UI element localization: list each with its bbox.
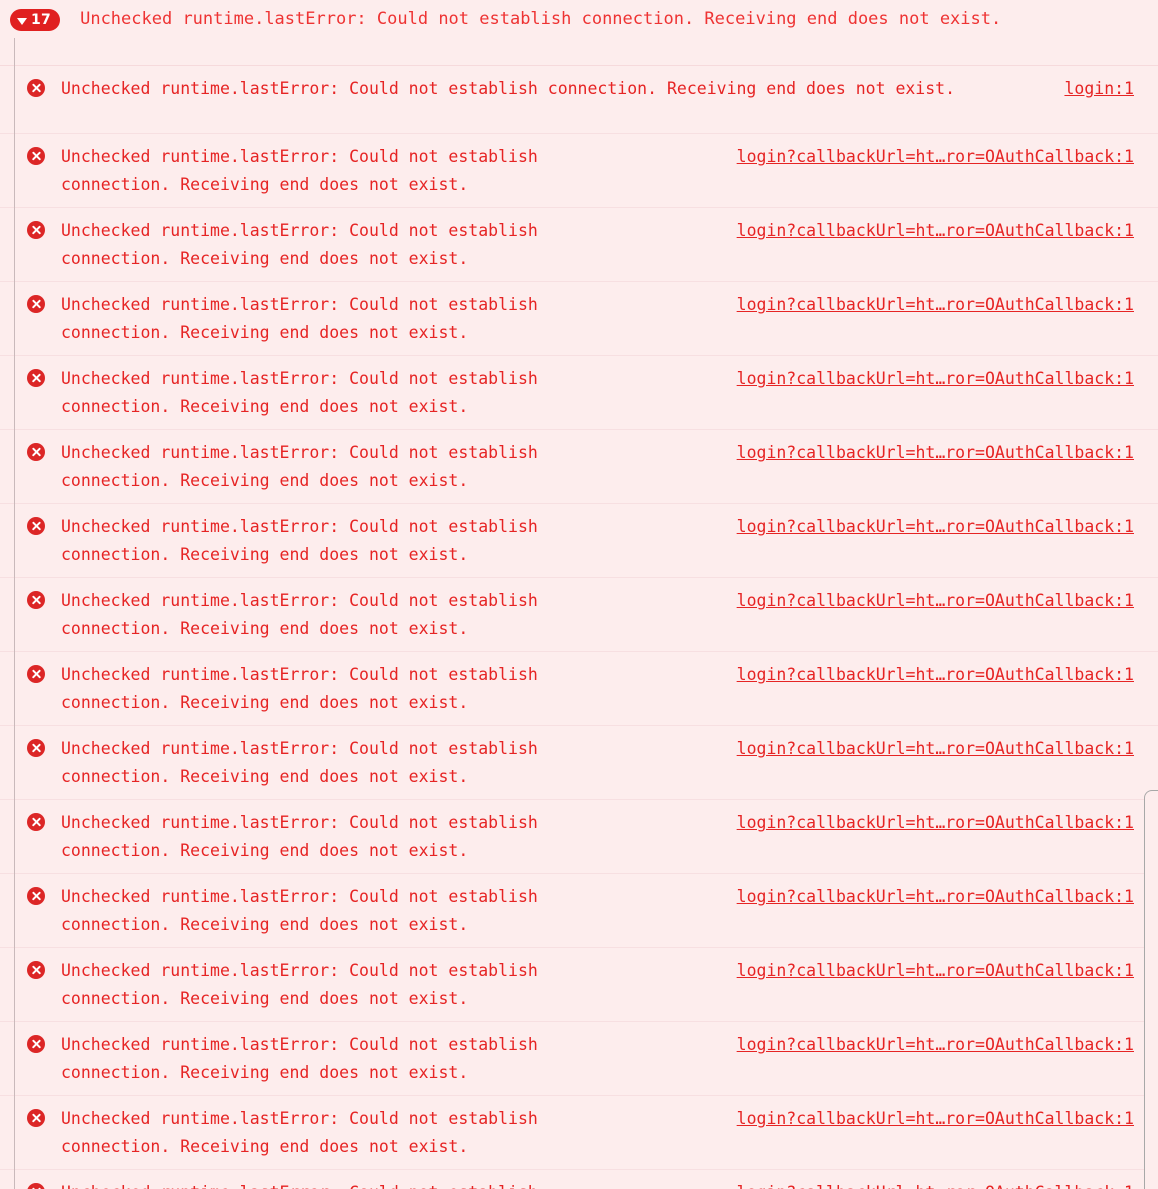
error-row-body: login?callbackUrl=ht…ror=OAuthCallback:1… xyxy=(45,143,1158,199)
error-message: Unchecked runtime.lastError: Could not e… xyxy=(61,147,538,194)
error-message: Unchecked runtime.lastError: Could not e… xyxy=(61,591,538,638)
error-row[interactable]: login?callbackUrl=ht…ror=OAuthCallback:1… xyxy=(0,1170,1158,1189)
error-row-body: login?callbackUrl=ht…ror=OAuthCallback:1… xyxy=(45,1031,1158,1087)
error-circle-icon xyxy=(27,813,45,831)
error-message: Unchecked runtime.lastError: Could not e… xyxy=(61,517,538,564)
error-source-link[interactable]: login?callbackUrl=ht…ror=OAuthCallback:1 xyxy=(737,365,1134,393)
error-circle-icon xyxy=(27,147,45,165)
error-row[interactable]: login?callbackUrl=ht…ror=OAuthCallback:1… xyxy=(0,504,1158,578)
error-circle-icon xyxy=(27,295,45,313)
error-source-link[interactable]: login?callbackUrl=ht…ror=OAuthCallback:1 xyxy=(737,439,1134,467)
error-count-label: 17 xyxy=(31,12,52,28)
error-message: Unchecked runtime.lastError: Could not e… xyxy=(61,79,956,98)
chevron-down-icon xyxy=(17,17,27,25)
error-message: Unchecked runtime.lastError: Could not e… xyxy=(61,1035,538,1082)
error-message: Unchecked runtime.lastError: Could not e… xyxy=(61,443,538,490)
error-row-body: login?callbackUrl=ht…ror=OAuthCallback:1… xyxy=(45,809,1158,865)
error-source-link[interactable]: login?callbackUrl=ht…ror=OAuthCallback:1 xyxy=(737,883,1134,911)
error-row-body: login?callbackUrl=ht…ror=OAuthCallback:1… xyxy=(45,735,1158,791)
error-row[interactable]: login?callbackUrl=ht…ror=OAuthCallback:1… xyxy=(0,282,1158,356)
error-group-count-badge[interactable]: 17 xyxy=(10,9,61,31)
error-message: Unchecked runtime.lastError: Could not e… xyxy=(61,961,538,1008)
error-row-body: login?callbackUrl=ht…ror=OAuthCallback:1… xyxy=(45,365,1158,421)
error-circle-icon xyxy=(27,961,45,979)
error-source-link[interactable]: login?callbackUrl=ht…ror=OAuthCallback:1 xyxy=(737,957,1134,985)
error-source-link[interactable]: login?callbackUrl=ht…ror=OAuthCallback:1 xyxy=(737,809,1134,837)
error-row[interactable]: login?callbackUrl=ht…ror=OAuthCallback:1… xyxy=(0,430,1158,504)
error-source-link[interactable]: login?callbackUrl=ht…ror=OAuthCallback:1 xyxy=(737,1179,1134,1189)
error-row[interactable]: login?callbackUrl=ht…ror=OAuthCallback:1… xyxy=(0,800,1158,874)
error-row[interactable]: login:1 Unchecked runtime.lastError: Coul… xyxy=(0,66,1158,134)
error-row[interactable]: login?callbackUrl=ht…ror=OAuthCallback:1… xyxy=(0,1022,1158,1096)
error-message: Unchecked runtime.lastError: Could not e… xyxy=(61,1109,538,1156)
error-circle-icon xyxy=(27,665,45,683)
vertical-scrollbar-thumb[interactable] xyxy=(1144,790,1158,1189)
error-row-body: login:1 Unchecked runtime.lastError: Coul… xyxy=(45,75,1158,103)
error-source-link[interactable]: login?callbackUrl=ht…ror=OAuthCallback:1 xyxy=(737,513,1134,541)
error-group-summary-message: Unchecked runtime.lastError: Could not e… xyxy=(80,9,1002,29)
error-row-body: login?callbackUrl=ht…ror=OAuthCallback:1… xyxy=(45,217,1158,273)
error-row-body: login?callbackUrl=ht…ror=OAuthCallback:1… xyxy=(45,439,1158,495)
vertical-scrollbar[interactable] xyxy=(1143,0,1158,1189)
error-message: Unchecked runtime.lastError: Could not e… xyxy=(61,887,538,934)
error-row[interactable]: login?callbackUrl=ht…ror=OAuthCallback:1… xyxy=(0,134,1158,208)
error-circle-icon xyxy=(27,1109,45,1127)
error-source-link[interactable]: login?callbackUrl=ht…ror=OAuthCallback:1 xyxy=(737,1031,1134,1059)
error-row-body: login?callbackUrl=ht…ror=OAuthCallback:1… xyxy=(45,291,1158,347)
error-message: Unchecked runtime.lastError: Could not e… xyxy=(61,813,538,860)
error-row[interactable]: login?callbackUrl=ht…ror=OAuthCallback:1… xyxy=(0,578,1158,652)
error-message: Unchecked runtime.lastError: Could not e… xyxy=(61,665,538,712)
console-error-panel: 17 Unchecked runtime.lastError: Could no… xyxy=(0,0,1158,1189)
error-circle-icon xyxy=(27,1183,45,1189)
error-row[interactable]: login?callbackUrl=ht…ror=OAuthCallback:1… xyxy=(0,948,1158,1022)
error-source-link[interactable]: login?callbackUrl=ht…ror=OAuthCallback:1 xyxy=(737,143,1134,171)
error-message: Unchecked runtime.lastError: Could not e… xyxy=(61,295,538,342)
error-row-body: login?callbackUrl=ht…ror=OAuthCallback:1… xyxy=(45,587,1158,643)
error-row[interactable]: login?callbackUrl=ht…ror=OAuthCallback:1… xyxy=(0,1096,1158,1170)
error-circle-icon xyxy=(27,443,45,461)
error-circle-icon xyxy=(27,221,45,239)
error-group-header[interactable]: 17 Unchecked runtime.lastError: Could no… xyxy=(0,0,1158,66)
error-source-link[interactable]: login?callbackUrl=ht…ror=OAuthCallback:1 xyxy=(737,735,1134,763)
error-circle-icon xyxy=(27,591,45,609)
error-circle-icon xyxy=(27,1035,45,1053)
error-row[interactable]: login?callbackUrl=ht…ror=OAuthCallback:1… xyxy=(0,652,1158,726)
error-source-link[interactable]: login?callbackUrl=ht…ror=OAuthCallback:1 xyxy=(737,661,1134,689)
error-message: Unchecked runtime.lastError: Could not e… xyxy=(61,1179,586,1189)
error-source-link[interactable]: login?callbackUrl=ht…ror=OAuthCallback:1 xyxy=(737,587,1134,615)
error-row-body: login?callbackUrl=ht…ror=OAuthCallback:1… xyxy=(45,1179,1158,1189)
error-row[interactable]: login?callbackUrl=ht…ror=OAuthCallback:1… xyxy=(0,874,1158,948)
error-circle-icon xyxy=(27,517,45,535)
error-source-link[interactable]: login?callbackUrl=ht…ror=OAuthCallback:1 xyxy=(737,291,1134,319)
error-circle-icon xyxy=(27,79,45,97)
error-row[interactable]: login?callbackUrl=ht…ror=OAuthCallback:1… xyxy=(0,208,1158,282)
error-message: Unchecked runtime.lastError: Could not e… xyxy=(61,221,538,268)
error-source-link[interactable]: login?callbackUrl=ht…ror=OAuthCallback:1 xyxy=(737,1105,1134,1133)
error-row-body: login?callbackUrl=ht…ror=OAuthCallback:1… xyxy=(45,1105,1158,1161)
error-row[interactable]: login?callbackUrl=ht…ror=OAuthCallback:1… xyxy=(0,356,1158,430)
error-circle-icon xyxy=(27,369,45,387)
error-row-body: login?callbackUrl=ht…ror=OAuthCallback:1… xyxy=(45,957,1158,1013)
error-row[interactable]: login?callbackUrl=ht…ror=OAuthCallback:1… xyxy=(0,726,1158,800)
error-row-body: login?callbackUrl=ht…ror=OAuthCallback:1… xyxy=(45,513,1158,569)
error-circle-icon xyxy=(27,739,45,757)
error-rows-list: login:1 Unchecked runtime.lastError: Coul… xyxy=(0,66,1158,1189)
error-source-link[interactable]: login:1 xyxy=(1064,75,1134,103)
error-row-body: login?callbackUrl=ht…ror=OAuthCallback:1… xyxy=(45,883,1158,939)
error-circle-icon xyxy=(27,887,45,905)
error-source-link[interactable]: login?callbackUrl=ht…ror=OAuthCallback:1 xyxy=(737,217,1134,245)
error-message: Unchecked runtime.lastError: Could not e… xyxy=(61,739,538,786)
error-message: Unchecked runtime.lastError: Could not e… xyxy=(61,369,538,416)
error-row-body: login?callbackUrl=ht…ror=OAuthCallback:1… xyxy=(45,661,1158,717)
